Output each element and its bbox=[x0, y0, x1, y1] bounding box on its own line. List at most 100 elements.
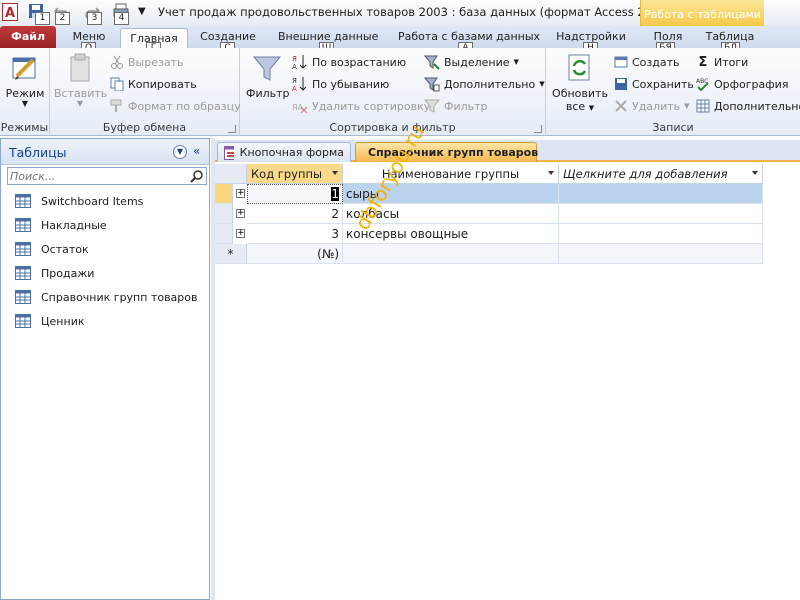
search-icon[interactable] bbox=[190, 169, 204, 183]
column-header-label: Щелкните для добавления bbox=[563, 166, 728, 181]
cell-new-id[interactable]: (№) bbox=[247, 244, 343, 264]
cell-group-code[interactable]: 3 bbox=[247, 224, 343, 244]
totals-button[interactable]: Σ Итоги bbox=[696, 52, 749, 72]
cell-empty[interactable] bbox=[559, 224, 763, 244]
cell-group-code[interactable]: 1 bbox=[247, 184, 343, 204]
new-record-button[interactable]: Создать bbox=[614, 52, 680, 72]
nav-item-label: Switchboard Items bbox=[41, 194, 144, 208]
spelling-icon: ABC bbox=[696, 78, 709, 91]
column-header-add-field[interactable]: Щелкните для добавления bbox=[559, 164, 763, 184]
keytip-save: 1 bbox=[35, 12, 50, 25]
new-record-label: Создать bbox=[632, 55, 680, 69]
new-row-selector[interactable]: * bbox=[215, 244, 247, 264]
doc-tab-product-groups[interactable]: Справочник групп товаров bbox=[355, 142, 538, 162]
expand-icon[interactable]: + bbox=[236, 189, 245, 198]
paste-button[interactable]: Вставить ▼ bbox=[54, 52, 107, 108]
nav-item-invoices[interactable]: Накладные bbox=[15, 215, 107, 235]
cell-empty[interactable] bbox=[559, 204, 763, 224]
table-icon bbox=[15, 266, 31, 280]
svg-text:А: А bbox=[292, 85, 297, 92]
datasheet: Код группы Наименование группы Щелкните … bbox=[215, 164, 800, 600]
nav-item-label: Справочник групп товаров bbox=[41, 290, 198, 304]
expand-icon[interactable]: + bbox=[236, 209, 245, 218]
row-selector[interactable] bbox=[215, 184, 233, 204]
column-header-group-code[interactable]: Код группы bbox=[247, 164, 343, 184]
svg-text:Я: Я bbox=[292, 55, 297, 63]
nav-item-product-groups[interactable]: Справочник групп товаров bbox=[15, 287, 198, 307]
more-records-button[interactable]: Дополнительно bbox=[696, 96, 800, 116]
group-views-label: Режимы bbox=[0, 121, 49, 134]
clipboard-launcher[interactable] bbox=[228, 125, 236, 133]
expand-icon[interactable]: + bbox=[236, 229, 245, 238]
cell-value: 2 bbox=[331, 206, 339, 221]
cell-group-name[interactable]: консервы овощные bbox=[343, 224, 559, 244]
svg-text:Я: Я bbox=[292, 77, 297, 85]
customize-qat-icon[interactable]: ▼ bbox=[138, 3, 150, 21]
toggle-filter-button[interactable]: Фильтр bbox=[424, 96, 488, 116]
cut-button[interactable]: Вырезать bbox=[110, 52, 183, 72]
delete-record-label: Удалить bbox=[632, 99, 681, 113]
dropdown-arrow-icon[interactable] bbox=[752, 171, 758, 175]
navigation-pane: Таблицы ▼ « Switchboard Items Накладные … bbox=[0, 138, 210, 600]
collapse-pane-icon[interactable]: « bbox=[193, 144, 200, 158]
advanced-filter-icon bbox=[424, 77, 440, 92]
selection-icon bbox=[424, 55, 440, 70]
cell-group-code[interactable]: 2 bbox=[247, 204, 343, 224]
delete-record-button[interactable]: Удалить ▼ bbox=[614, 96, 690, 116]
doc-tab-switchboard-form[interactable]: Кнопочная форма bbox=[217, 142, 351, 162]
cell-new-empty[interactable] bbox=[559, 244, 763, 264]
refresh-all-button[interactable]: Обновить все ▼ bbox=[552, 52, 608, 113]
view-icon bbox=[12, 57, 36, 80]
sort-descending-icon: ЯА bbox=[292, 77, 307, 92]
filter-label: Фильтр bbox=[246, 87, 290, 100]
cell-empty[interactable] bbox=[559, 184, 763, 204]
cell-value: 3 bbox=[331, 226, 339, 241]
dropdown-arrow-icon[interactable] bbox=[548, 171, 554, 175]
ribbon: Режим ▼ Режимы Вставить ▼ Вырезать Копир… bbox=[0, 48, 800, 136]
nav-search-box bbox=[7, 167, 207, 185]
nav-item-switchboard-items[interactable]: Switchboard Items bbox=[15, 191, 143, 211]
sort-descending-button[interactable]: ЯА По убыванию bbox=[292, 74, 389, 94]
dropdown-arrow-icon[interactable] bbox=[332, 171, 338, 175]
chevron-down-icon[interactable]: ▼ bbox=[173, 145, 187, 159]
nav-item-remainder[interactable]: Остаток bbox=[15, 239, 89, 259]
column-header-label: Код группы bbox=[251, 166, 323, 181]
copy-button[interactable]: Копировать bbox=[110, 74, 197, 94]
sort-ascending-icon: ЯА bbox=[292, 55, 307, 70]
row-selector[interactable] bbox=[215, 204, 233, 224]
nav-item-label: Накладные bbox=[41, 218, 107, 232]
cut-label: Вырезать bbox=[128, 55, 184, 69]
format-painter-button[interactable]: Формат по образцу bbox=[110, 96, 241, 116]
remove-sort-button[interactable]: ЯА Удалить сортировку bbox=[292, 96, 430, 116]
scissors-icon bbox=[111, 55, 123, 69]
advanced-filter-label: Дополнительно bbox=[444, 77, 536, 91]
nav-item-sales[interactable]: Продажи bbox=[15, 263, 94, 283]
keytip-print: 4 bbox=[114, 12, 129, 25]
table-icon bbox=[15, 314, 31, 328]
search-input[interactable] bbox=[10, 169, 188, 183]
group-clipboard: Вставить ▼ Вырезать Копировать Формат по… bbox=[50, 48, 241, 136]
group-sort-filter: Фильтр ЯА По возрастанию ЯА По убыванию … bbox=[240, 48, 546, 136]
access-window: A 1 2 3 4 ▼ Учет продаж продовольственны… bbox=[0, 0, 800, 600]
spelling-button[interactable]: ABC Орфография bbox=[696, 74, 788, 94]
nav-item-label: Ценник bbox=[41, 314, 85, 328]
select-all-corner[interactable] bbox=[215, 164, 247, 184]
totals-label: Итоги bbox=[714, 55, 749, 69]
cell-new-name[interactable] bbox=[343, 244, 559, 264]
sort-ascending-button[interactable]: ЯА По возрастанию bbox=[292, 52, 406, 72]
tab-file[interactable]: Файл bbox=[0, 26, 56, 48]
row-selector[interactable] bbox=[215, 224, 233, 244]
app-icon[interactable]: A bbox=[2, 3, 20, 21]
nav-item-label: Продажи bbox=[41, 266, 95, 280]
group-clipboard-label: Буфер обмена bbox=[102, 121, 187, 134]
sort-filter-launcher[interactable] bbox=[534, 125, 542, 133]
filter-button[interactable]: Фильтр bbox=[246, 52, 290, 100]
copy-icon bbox=[110, 77, 124, 91]
ribbon-tabs: Файл Меню Главная Создание Внешние данны… bbox=[0, 26, 800, 55]
nav-item-price-tag[interactable]: Ценник bbox=[15, 311, 84, 331]
svg-text:A: A bbox=[5, 6, 15, 21]
selection-button[interactable]: Выделение ▼ bbox=[424, 52, 519, 72]
save-record-button[interactable]: Сохранить bbox=[614, 74, 694, 94]
view-button[interactable]: Режим ▼ bbox=[4, 52, 46, 108]
advanced-filter-button[interactable]: Дополнительно ▼ bbox=[424, 74, 545, 94]
